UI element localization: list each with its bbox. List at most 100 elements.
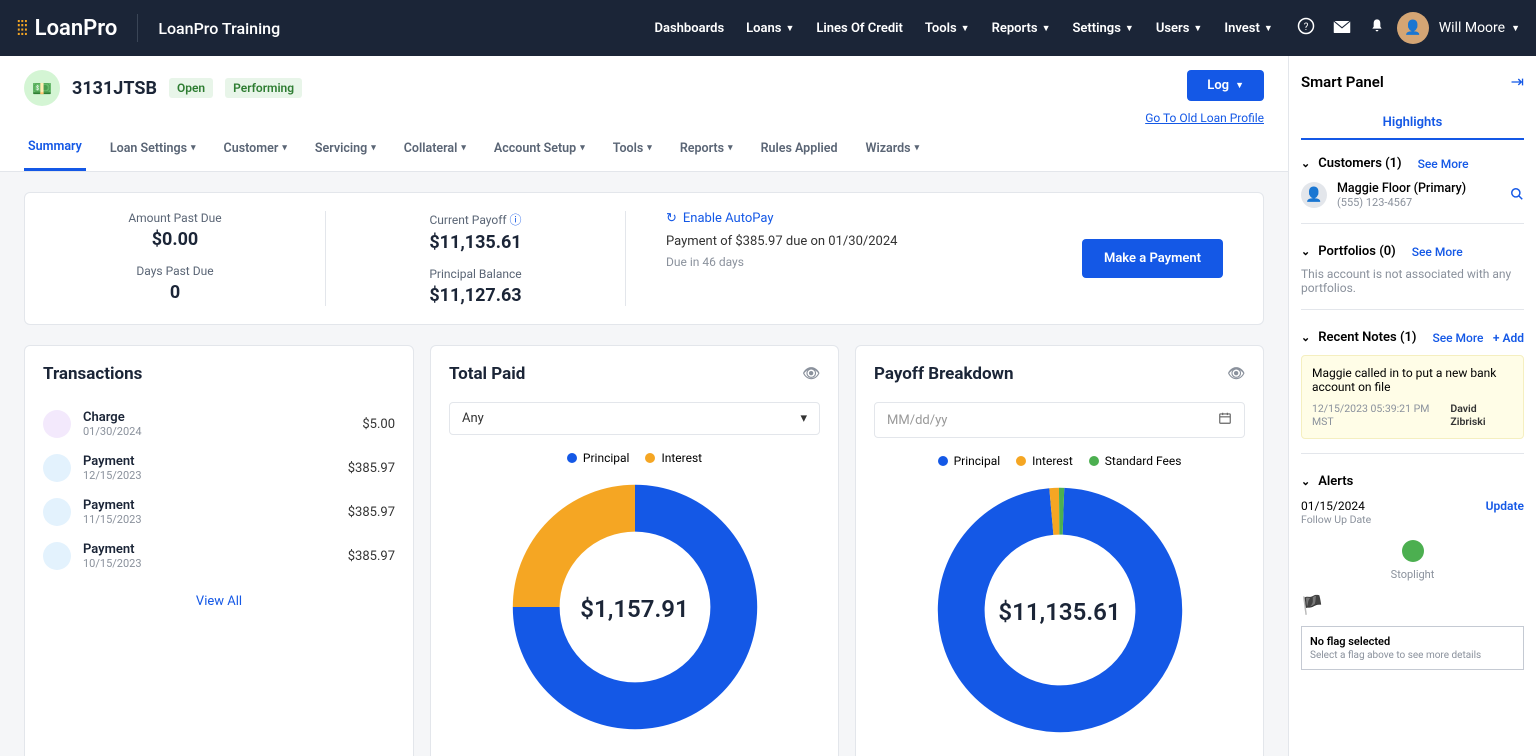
alert-update-link[interactable]: Update	[1486, 499, 1524, 526]
nav-lines-of-credit[interactable]: Lines Of Credit	[816, 21, 903, 36]
due-in-text: Due in 46 days	[666, 255, 1042, 269]
alert-date: 01/15/2024	[1301, 499, 1371, 513]
payment-due-text: Payment of $385.97 due on 01/30/2024	[666, 234, 1042, 249]
help-icon[interactable]: ?	[1297, 17, 1315, 39]
caret-down-icon: ▼	[1264, 23, 1273, 34]
notes-see-more[interactable]: See More	[1432, 331, 1483, 345]
caret-down-icon: ▾	[282, 143, 287, 153]
nav-reports[interactable]: Reports▼	[992, 21, 1051, 36]
smart-panel-title: Smart Panel	[1301, 73, 1384, 91]
tab-servicing[interactable]: Servicing▾	[311, 125, 380, 171]
caret-down-icon: ▾	[371, 143, 376, 153]
legend-dot-icon	[1016, 456, 1026, 466]
training-label: LoanPro Training	[158, 19, 280, 38]
payoff-date-input[interactable]: MM/dd/yy	[874, 402, 1245, 438]
transaction-row[interactable]: Payment11/15/2023$385.97	[43, 490, 395, 534]
txn-type-icon	[43, 410, 71, 438]
alert-sub: Follow Up Date	[1301, 513, 1371, 526]
tab-reports[interactable]: Reports▾	[676, 125, 737, 171]
search-icon[interactable]	[1510, 186, 1524, 205]
tab-collateral[interactable]: Collateral▾	[400, 125, 470, 171]
flag-icon[interactable]: 🏴	[1301, 595, 1524, 616]
nav-tools[interactable]: Tools▼	[925, 21, 970, 36]
total-paid-donut: $1,157.91	[505, 477, 765, 741]
transactions-title: Transactions	[43, 364, 395, 384]
smart-panel: Smart Panel ⇥ Highlights ⌄ Customers (1)…	[1288, 56, 1536, 756]
loan-icon: 💵	[24, 70, 60, 106]
caret-down-icon: ▾	[580, 143, 585, 153]
logo-dots-icon: ⁞⁞⁞	[16, 16, 27, 41]
logo-text: LoanPro	[35, 16, 118, 41]
customer-phone: (555) 123-4567	[1337, 196, 1466, 209]
date-placeholder: MM/dd/yy	[887, 413, 947, 428]
stoplight-indicator[interactable]	[1402, 540, 1424, 562]
nav-invest[interactable]: Invest▼	[1224, 21, 1272, 36]
legend-dot-icon	[567, 453, 577, 463]
chevron-down-icon[interactable]: ⌄	[1301, 157, 1310, 170]
customers-see-more[interactable]: See More	[1418, 157, 1469, 171]
make-payment-button[interactable]: Make a Payment	[1082, 239, 1223, 278]
current-payoff-label: Current Payoff ⓘ	[366, 211, 585, 228]
payoff-title: Payoff Breakdown	[874, 364, 1014, 384]
mail-icon[interactable]	[1333, 19, 1351, 38]
tab-wizards[interactable]: Wizards▾	[862, 125, 924, 171]
payoff-center-value: $11,135.61	[998, 598, 1120, 626]
enable-autopay-link[interactable]: ↻ Enable AutoPay	[666, 211, 1042, 226]
notes-add-button[interactable]: + Add	[1493, 331, 1524, 345]
legend-item: Standard Fees	[1089, 454, 1182, 468]
status-performing-badge: Performing	[225, 78, 302, 98]
days-past-due-value: 0	[65, 282, 285, 303]
autopay-label: Enable AutoPay	[683, 211, 774, 226]
tab-summary[interactable]: Summary	[24, 125, 86, 171]
info-icon[interactable]: ⓘ	[510, 213, 522, 227]
transactions-card: Transactions Charge01/30/2024$5.00Paymen…	[24, 345, 414, 756]
total-paid-center-value: $1,157.91	[580, 595, 688, 623]
caret-down-icon: ▾	[800, 411, 807, 426]
eye-icon[interactable]: 👁	[1227, 366, 1245, 382]
view-all-link[interactable]: View All	[43, 594, 395, 609]
nav-loans[interactable]: Loans▼	[746, 21, 794, 36]
nav-users[interactable]: Users▼	[1156, 21, 1203, 36]
transaction-row[interactable]: Payment10/15/2023$385.97	[43, 534, 395, 578]
legend-dot-icon	[1089, 456, 1099, 466]
nav-dashboards[interactable]: Dashboards	[655, 21, 725, 36]
old-profile-link[interactable]: Go To Old Loan Profile	[1145, 111, 1264, 125]
caret-down-icon: ▾	[915, 143, 920, 153]
flag-sub: Select a flag above to see more details	[1310, 650, 1515, 661]
tab-rules-applied[interactable]: Rules Applied	[757, 125, 842, 171]
nav-divider	[137, 14, 138, 42]
days-past-due-label: Days Past Due	[65, 264, 285, 278]
txn-type-icon	[43, 542, 71, 570]
transaction-row[interactable]: Payment12/15/2023$385.97	[43, 446, 395, 490]
chevron-down-icon[interactable]: ⌄	[1301, 245, 1310, 258]
customers-heading: Customers (1)	[1318, 156, 1401, 171]
transaction-row[interactable]: Charge01/30/2024$5.00	[43, 402, 395, 446]
current-payoff-value: $11,135.61	[366, 232, 585, 253]
highlights-tab[interactable]: Highlights	[1301, 107, 1524, 138]
tab-loan-settings[interactable]: Loan Settings▾	[106, 125, 200, 171]
loan-id: 3131JTSB	[72, 78, 157, 99]
chevron-down-icon[interactable]: ⌄	[1301, 475, 1310, 488]
txn-amount: $385.97	[348, 461, 395, 476]
caret-down-icon: ▼	[1193, 23, 1202, 34]
log-button[interactable]: Log ▼	[1187, 70, 1264, 101]
username-menu[interactable]: Will Moore ▼	[1439, 20, 1520, 36]
payoff-breakdown-card: Payoff Breakdown 👁 MM/dd/yy PrincipalInt…	[855, 345, 1264, 756]
principal-balance-value: $11,127.63	[366, 285, 585, 306]
expand-icon[interactable]: ⇥	[1511, 72, 1524, 91]
portfolios-see-more[interactable]: See More	[1412, 245, 1463, 259]
logo[interactable]: ⁞⁞⁞ LoanPro	[16, 16, 117, 41]
chevron-down-icon[interactable]: ⌄	[1301, 331, 1310, 344]
bell-icon[interactable]	[1369, 17, 1385, 39]
tab-tools[interactable]: Tools▾	[609, 125, 656, 171]
user-avatar[interactable]: 👤	[1397, 12, 1429, 44]
legend-dot-icon	[645, 453, 655, 463]
nav-settings[interactable]: Settings▼	[1073, 21, 1134, 36]
payoff-donut: $11,135.61	[930, 480, 1190, 744]
tab-customer[interactable]: Customer▾	[220, 125, 291, 171]
txn-amount: $385.97	[348, 505, 395, 520]
tab-account-setup[interactable]: Account Setup▾	[490, 125, 589, 171]
caret-down-icon: ▼	[1235, 80, 1244, 91]
eye-icon[interactable]: 👁	[802, 366, 820, 382]
total-paid-filter[interactable]: Any ▾	[449, 402, 820, 435]
